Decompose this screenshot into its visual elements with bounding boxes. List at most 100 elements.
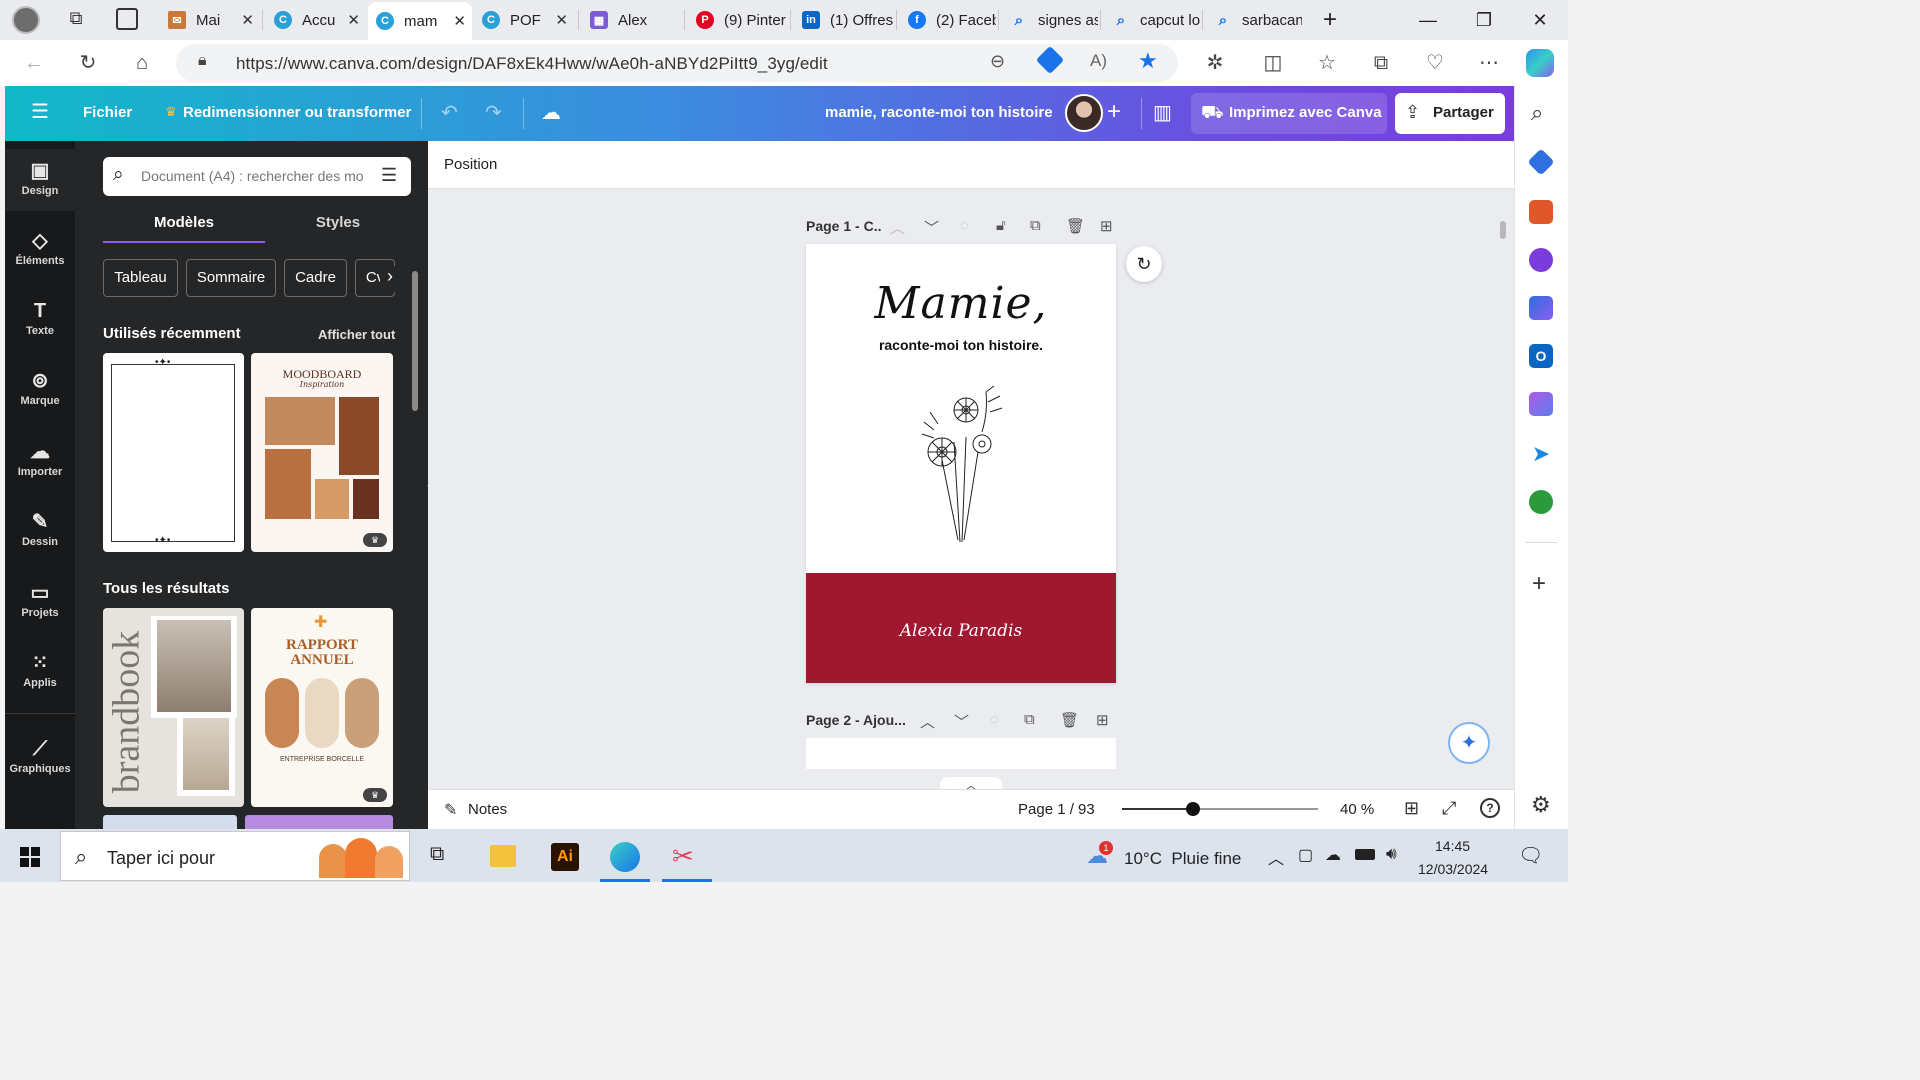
refresh-design-icon[interactable]: ↻: [1126, 246, 1162, 282]
magic-assistant-icon[interactable]: ✦: [1448, 722, 1490, 764]
position-button[interactable]: Position: [444, 156, 497, 173]
move-up-icon[interactable]: ︿: [890, 217, 905, 238]
settings-icon[interactable]: ⚙: [1531, 792, 1551, 818]
page2-canvas[interactable]: [806, 738, 1116, 769]
toolbox-icon[interactable]: [1529, 200, 1553, 224]
see-all-link[interactable]: Afficher tout: [318, 327, 395, 342]
grid-view-icon[interactable]: ⊞: [1404, 798, 1419, 819]
refresh-icon[interactable]: ↻: [74, 49, 102, 77]
cover-subtitle[interactable]: raconte-moi ton histoire.: [806, 337, 1116, 353]
home-icon[interactable]: ⌂: [128, 49, 156, 77]
user-avatar[interactable]: [1065, 94, 1103, 132]
favorites-icon[interactable]: ☆: [1313, 49, 1341, 77]
lock-page-icon[interactable]: 🔓︎: [996, 217, 1006, 234]
print-button[interactable]: ⛟ Imprimez avec Canva: [1191, 93, 1387, 134]
tab-mail[interactable]: ✉ Mai ✕: [160, 5, 260, 35]
document-title[interactable]: mamie, raconte-moi ton histoire: [825, 104, 1053, 121]
move-up-icon[interactable]: ︿: [920, 711, 935, 732]
rail-item-design[interactable]: ▣ Design: [5, 149, 75, 211]
close-window-icon[interactable]: ✕: [1526, 6, 1554, 34]
lock-icon[interactable]: 🔒︎: [198, 52, 207, 70]
insights-icon[interactable]: ▥: [1153, 100, 1172, 125]
hide-page-icon[interactable]: ◌: [990, 711, 999, 728]
page-counter[interactable]: Page 1 / 93: [1018, 801, 1095, 818]
help-icon[interactable]: ?: [1480, 798, 1500, 818]
duplicate-page-icon[interactable]: ⧉: [1030, 217, 1041, 234]
tab-linkedin[interactable]: in (1) Offres: [794, 5, 894, 35]
task-view-icon[interactable]: ⧉: [430, 843, 444, 866]
add-collaborator-icon[interactable]: +: [1107, 98, 1121, 126]
undo-icon[interactable]: ↶: [441, 100, 458, 125]
games-icon[interactable]: [1529, 248, 1553, 272]
cover-title[interactable]: Mamie,: [806, 278, 1116, 329]
battery-icon[interactable]: [1355, 849, 1375, 860]
send-icon[interactable]: ➤: [1529, 442, 1553, 466]
volume-icon[interactable]: 🔊︎: [1386, 844, 1397, 864]
rail-item-draw[interactable]: ✎ Dessin: [5, 500, 75, 562]
tab-pinterest[interactable]: P (9) Pinter: [688, 5, 788, 35]
chip-tableau[interactable]: Tableau: [103, 259, 178, 297]
restore-icon[interactable]: ❐: [1470, 6, 1498, 34]
file-explorer-icon[interactable]: [490, 845, 516, 867]
tab-facebook[interactable]: f (2) Faceb: [900, 5, 996, 35]
cover-author[interactable]: Alexia Paradis: [806, 621, 1116, 641]
favorite-star-icon[interactable]: ★: [1138, 48, 1158, 74]
tab-search-capcut[interactable]: ⌕ capcut lo: [1104, 5, 1200, 35]
zoom-out-icon[interactable]: ⊖: [990, 51, 1005, 72]
resize-button[interactable]: Redimensionner ou transformer: [183, 104, 411, 121]
taskbar-search-box[interactable]: ⌕ Taper ici pour: [60, 831, 410, 881]
cover-banner[interactable]: Alexia Paradis: [806, 573, 1116, 683]
fullscreen-icon[interactable]: ⤢: [1442, 798, 1456, 819]
cloud-saved-icon[interactable]: ☁︎: [541, 100, 561, 125]
close-tab-icon[interactable]: ✕: [453, 12, 466, 30]
weather-text[interactable]: 10°C Pluie fine: [1124, 849, 1241, 869]
tab-search-signes[interactable]: ⌕ signes as: [1002, 5, 1098, 35]
file-menu[interactable]: Fichier: [83, 104, 132, 121]
illustrator-icon[interactable]: Ai: [551, 843, 579, 871]
minimize-icon[interactable]: —: [1414, 6, 1442, 34]
flower-bouquet-illustration[interactable]: [916, 382, 1008, 542]
copilot-icon[interactable]: [1526, 49, 1554, 77]
edge-browser-icon[interactable]: [610, 842, 640, 872]
share-button[interactable]: ⇪ Partager: [1395, 93, 1505, 134]
zoom-level[interactable]: 40 %: [1340, 801, 1374, 818]
tab-canva-mamie[interactable]: C mam ✕: [368, 2, 472, 40]
tree-icon[interactable]: [1529, 490, 1553, 514]
notes-button[interactable]: Notes: [468, 801, 507, 818]
rail-item-brand[interactable]: ⊚ Marque: [5, 359, 75, 421]
m365-icon[interactable]: [1529, 296, 1553, 320]
chip-cadre[interactable]: Cadre: [284, 259, 347, 297]
rail-item-text[interactable]: T Texte: [5, 289, 75, 351]
workspaces-icon[interactable]: ⧉: [64, 8, 88, 32]
zoom-slider-handle[interactable]: [1186, 802, 1200, 816]
onedrive-icon[interactable]: ☁: [1325, 845, 1341, 865]
move-down-icon[interactable]: ﹀: [954, 711, 969, 732]
vertical-tabs-icon[interactable]: [116, 8, 138, 30]
page1-canvas[interactable]: Mamie, raconte-moi ton histoire. Alexia …: [806, 244, 1116, 683]
tab-templates[interactable]: Modèles: [103, 203, 265, 243]
close-tab-icon[interactable]: ✕: [241, 11, 254, 29]
tab-alex[interactable]: ▦ Alex: [582, 5, 682, 35]
extensions-icon[interactable]: ✲: [1201, 49, 1229, 77]
url-text[interactable]: https://www.canva.com/design/DAF8xEk4Hww…: [236, 54, 828, 74]
redo-icon[interactable]: ↷: [485, 100, 502, 125]
collections-icon[interactable]: ⧉: [1367, 49, 1395, 77]
hamburger-menu-icon[interactable]: ☰: [31, 102, 49, 122]
duplicate-page-icon[interactable]: ⧉: [1024, 711, 1035, 728]
tab-canva-accueil[interactable]: C Accu ✕: [266, 5, 366, 35]
back-icon[interactable]: ←: [20, 49, 48, 77]
profile-avatar[interactable]: [12, 6, 40, 34]
rail-item-apps[interactable]: ⁙ Applis: [5, 641, 75, 703]
add-page-icon[interactable]: ⊞: [1100, 217, 1113, 235]
clock-date[interactable]: 12/03/2024: [1418, 861, 1488, 877]
notes-icon[interactable]: ✎: [444, 800, 457, 820]
coupon-icon[interactable]: [1035, 45, 1065, 75]
address-bar[interactable]: 🔒︎ https://www.canva.com/design/DAF8xEk4…: [176, 44, 1178, 82]
tab-canva-pof[interactable]: C POF ✕: [474, 5, 574, 35]
template-thumb-frame[interactable]: •✦• •✦•: [103, 353, 244, 552]
editor-scrollbar[interactable]: [1500, 221, 1506, 239]
rail-item-projects[interactable]: ▭ Projets: [5, 571, 75, 633]
designer-icon[interactable]: [1529, 392, 1553, 416]
close-tab-icon[interactable]: ✕: [555, 11, 568, 29]
new-tab-icon[interactable]: +: [1316, 6, 1344, 34]
